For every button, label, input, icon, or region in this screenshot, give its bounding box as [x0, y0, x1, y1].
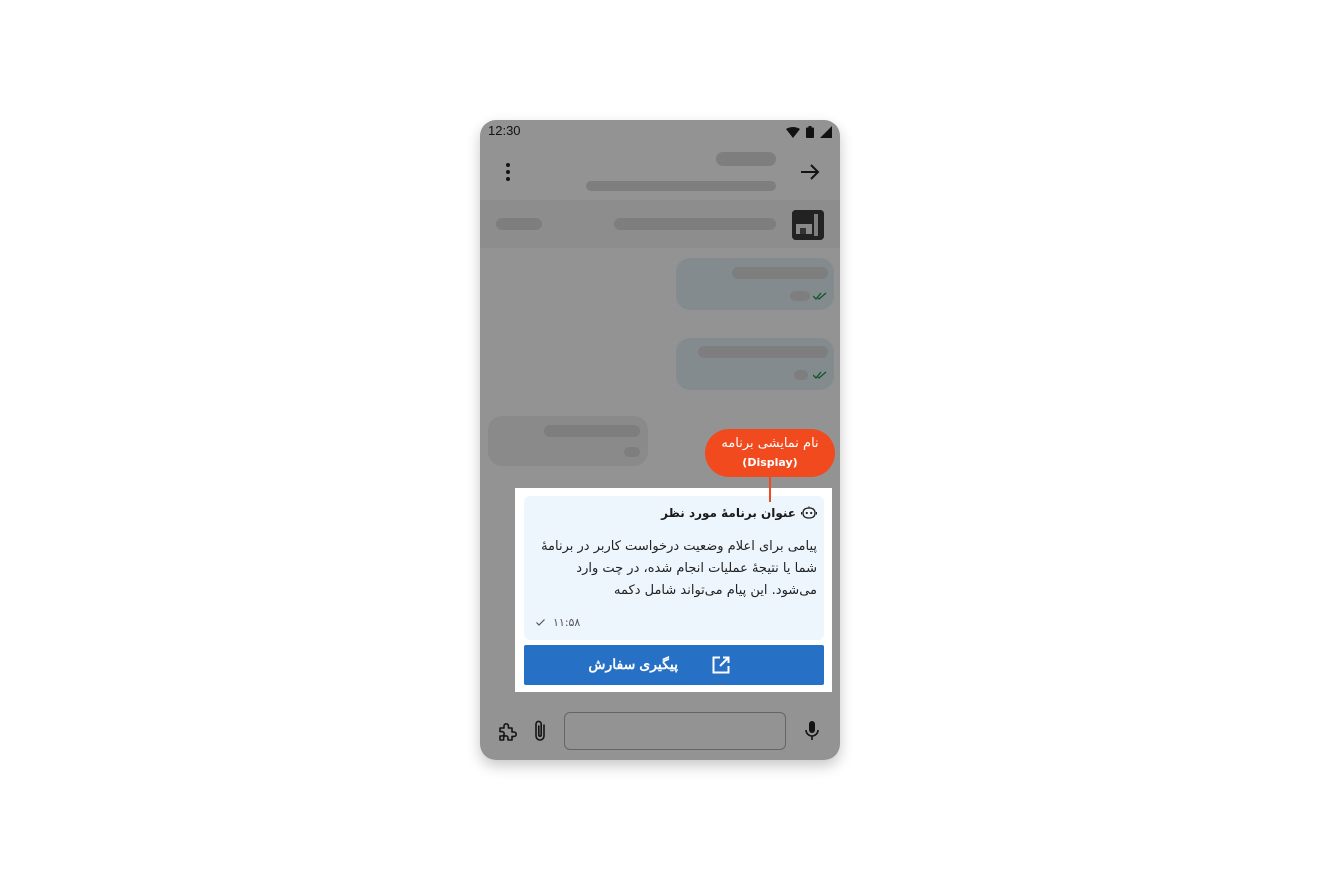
double-check-icon: [813, 371, 827, 379]
battery-icon: [806, 126, 814, 138]
track-order-button[interactable]: پیگیری سفارش: [524, 645, 824, 685]
pinned-info-bar[interactable]: [480, 200, 840, 248]
bot-message-card: عنوان برنامهٔ مورد نظر پیامی برای اعلام …: [524, 496, 824, 640]
chat-app-bar: [480, 144, 840, 200]
channel-thumbnail: [792, 210, 824, 240]
signal-icon: [820, 126, 832, 138]
message-time: ۱۱:۵۸: [553, 616, 581, 629]
callout-pointer-line: [769, 477, 771, 502]
info-text-placeholder: [614, 218, 776, 230]
highlighted-bot-message: عنوان برنامهٔ مورد نظر پیامی برای اعلام …: [515, 488, 832, 692]
outgoing-message-bubble[interactable]: [676, 258, 834, 310]
message-text-placeholder: [544, 425, 640, 437]
track-order-label: پیگیری سفارش: [588, 656, 678, 672]
message-composer: [480, 702, 840, 760]
annotation-callout: نام نمایشی برنامه (Display): [705, 429, 835, 477]
message-time-placeholder: [624, 447, 640, 457]
message-body: پیامی برای اعلام وضعیت درخواست کاربر در …: [541, 539, 817, 598]
arrow-forward-icon[interactable]: [798, 160, 822, 184]
message-time-placeholder: [790, 291, 810, 301]
chat-title-placeholder: [716, 152, 776, 166]
message-input[interactable]: [564, 712, 786, 750]
message-time-placeholder: [794, 370, 808, 380]
callout-subtitle: (Display): [742, 456, 798, 469]
status-bar: 12:30: [480, 120, 840, 144]
double-check-icon: [813, 292, 827, 300]
chat-subtitle-placeholder: [586, 181, 776, 191]
outgoing-message-bubble[interactable]: [676, 338, 834, 390]
check-icon: [536, 619, 545, 626]
more-vert-icon[interactable]: [496, 160, 520, 184]
message-text-placeholder: [732, 267, 828, 279]
incoming-message-bubble[interactable]: [488, 416, 648, 466]
robot-icon: [801, 506, 817, 519]
attach-icon[interactable]: [530, 719, 550, 743]
extension-icon[interactable]: [496, 719, 520, 743]
callout-title: نام نمایشی برنامه: [721, 436, 819, 451]
app-title: عنوان برنامهٔ مورد نظر: [661, 506, 796, 520]
status-time: 12:30: [488, 123, 521, 138]
info-action-placeholder: [496, 218, 542, 230]
mic-icon[interactable]: [802, 719, 822, 743]
open-in-new-icon: [712, 656, 730, 674]
status-icons: [786, 126, 832, 138]
wifi-icon: [786, 126, 800, 138]
message-text-placeholder: [698, 346, 828, 358]
